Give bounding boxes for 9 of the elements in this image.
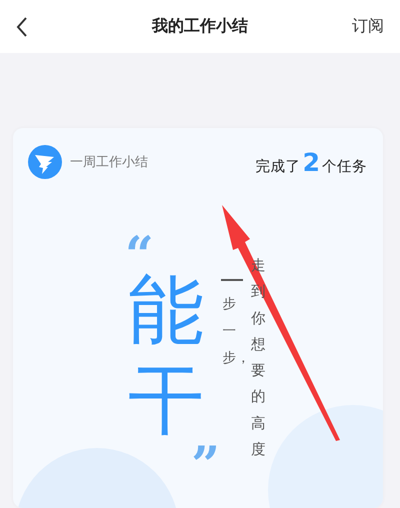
close-quote-mark: ” bbox=[191, 445, 220, 475]
open-quote-mark: “ bbox=[125, 235, 154, 265]
task-summary: 完成了 2 个任务 bbox=[256, 148, 367, 176]
page-title: 我的工作小结 bbox=[152, 16, 248, 37]
subscribe-button[interactable]: 订阅 bbox=[352, 16, 384, 37]
slogan-title: 能干 bbox=[128, 265, 204, 445]
wing-logo-icon bbox=[28, 145, 62, 179]
brand-label: 一周工作小结 bbox=[70, 154, 148, 171]
back-icon[interactable] bbox=[16, 16, 28, 36]
